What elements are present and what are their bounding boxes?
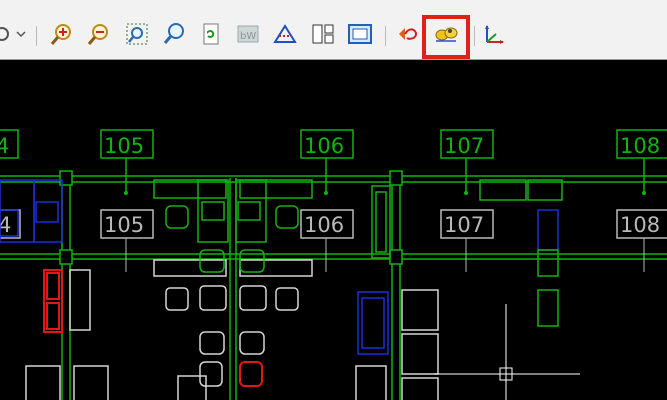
undo-view-icon[interactable] <box>396 22 420 46</box>
grid-label-106: 106 <box>304 134 344 158</box>
black-white-icon[interactable]: bW <box>236 22 260 46</box>
toolbar-separator <box>36 26 37 46</box>
grid-label-4: 4 <box>0 134 9 158</box>
floor-plan-drawing: 4 105 106 107 108 4 105 106 107 108 <box>0 129 667 400</box>
room-label-108: 108 <box>620 213 660 237</box>
zoom-out-icon[interactable] <box>87 22 111 46</box>
grid-lines <box>0 158 667 400</box>
ucs-icon[interactable] <box>482 22 506 46</box>
room-label-4: 4 <box>0 213 11 237</box>
visual-style-icon[interactable] <box>273 22 297 46</box>
zoom-in-icon[interactable] <box>50 22 74 46</box>
grid-label-107: 107 <box>444 134 484 158</box>
room-label-107: 107 <box>444 213 484 237</box>
white-furniture <box>25 259 439 400</box>
layout-viewport-icon[interactable] <box>311 22 335 46</box>
drawing-canvas[interactable]: 4 105 106 107 108 4 105 106 107 108 <box>0 60 667 400</box>
highlighted-button-frame <box>422 15 470 59</box>
orbit-dropdown-icon[interactable] <box>0 22 14 46</box>
grid-label-108: 108 <box>620 134 660 158</box>
toolbar-separator <box>474 26 475 46</box>
toolbar: bW <box>0 0 667 60</box>
zoom-realtime-icon[interactable] <box>162 22 186 46</box>
zoom-window-icon[interactable] <box>125 22 149 46</box>
room-label-106: 106 <box>304 213 344 237</box>
grid-label-105: 105 <box>104 134 144 158</box>
svg-text:bW: bW <box>240 31 256 42</box>
frame-icon[interactable] <box>348 22 372 46</box>
regenerate-icon[interactable] <box>199 22 223 46</box>
room-label-105: 105 <box>104 213 144 237</box>
chevron-down-icon[interactable] <box>14 22 28 46</box>
toolbar-separator <box>385 26 386 46</box>
